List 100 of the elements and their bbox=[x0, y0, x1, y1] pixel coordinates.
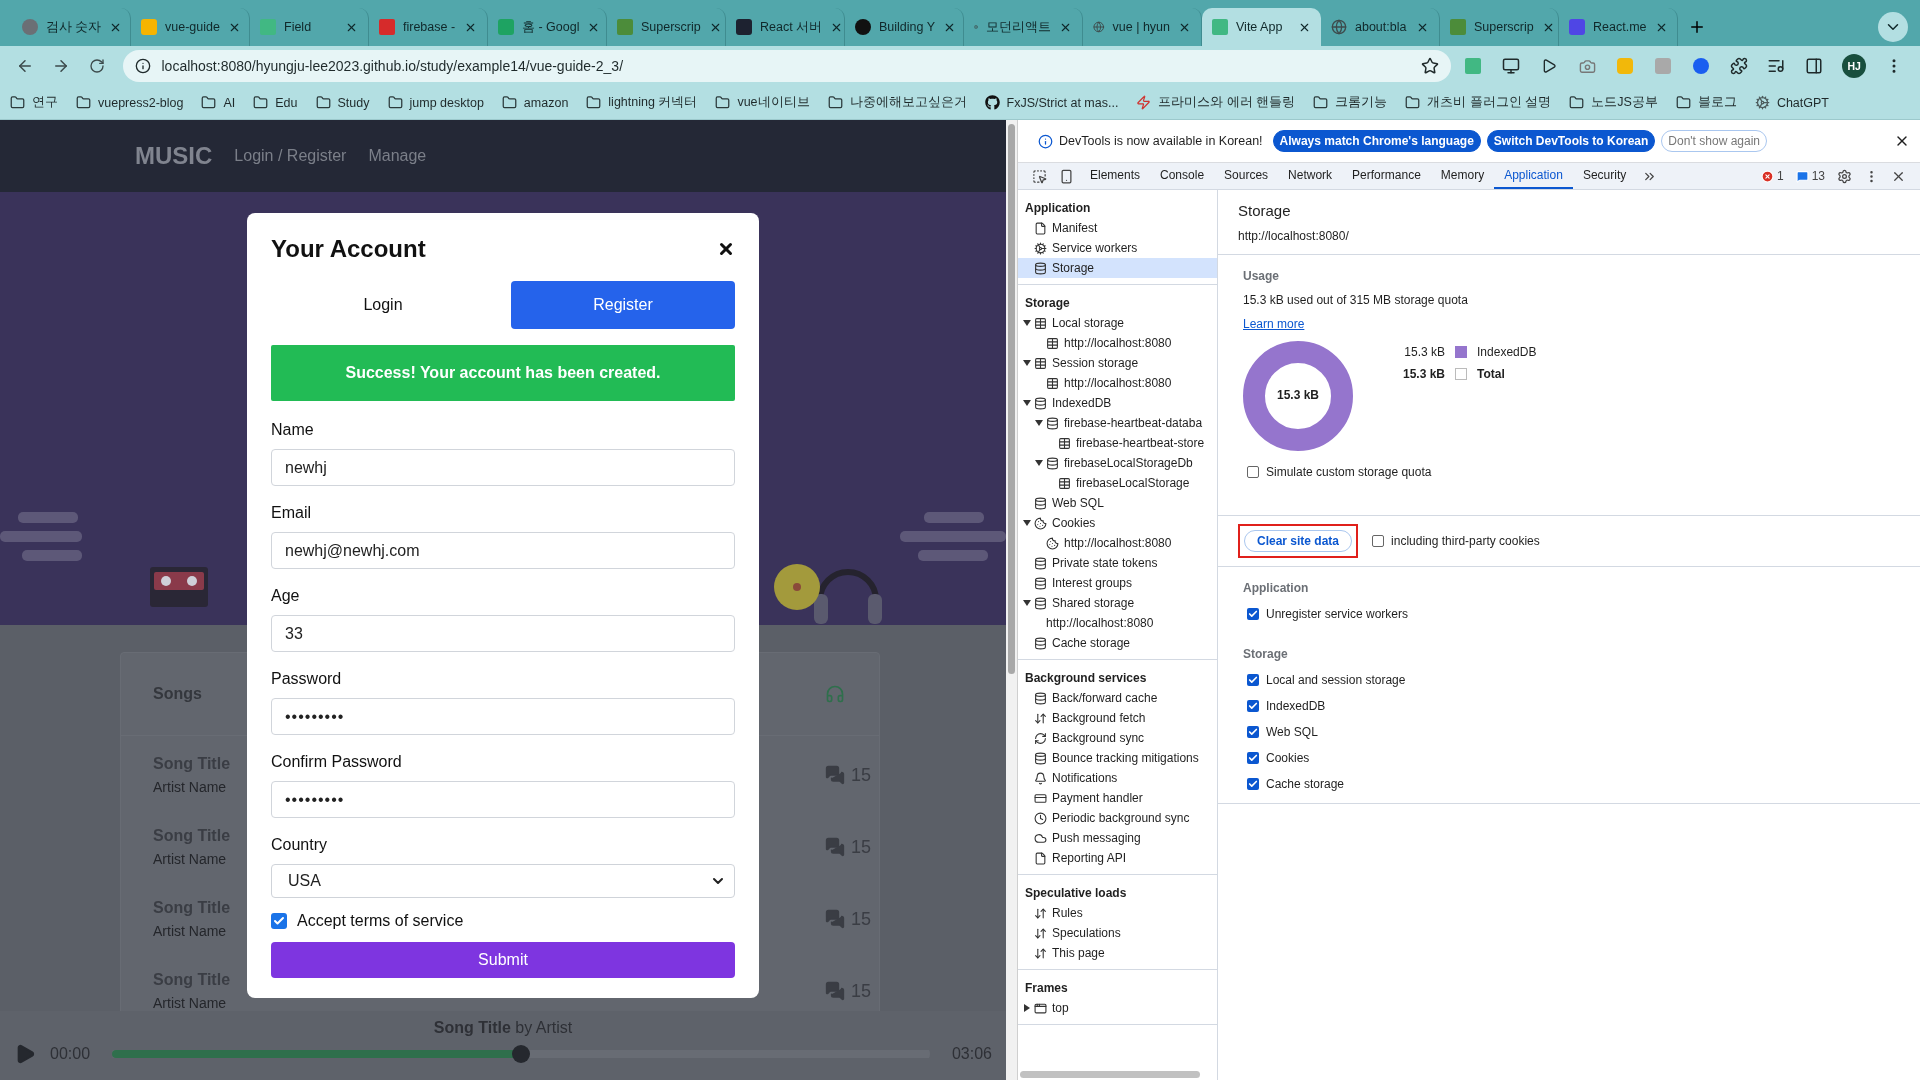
form-tab[interactable]: Login bbox=[271, 281, 495, 329]
tree-item[interactable]: Speculations bbox=[1018, 923, 1217, 943]
info-icon[interactable] bbox=[135, 58, 152, 74]
bookmark[interactable]: amazon bbox=[501, 95, 569, 110]
password-field[interactable]: ••••••••• bbox=[271, 698, 735, 735]
tree-item[interactable]: firebaseLocalStorageDb bbox=[1018, 453, 1217, 473]
tree-item[interactable]: firebase-heartbeat-store bbox=[1018, 433, 1217, 453]
tree-item[interactable]: Web SQL bbox=[1018, 493, 1217, 513]
expand-arrow-icon[interactable] bbox=[1035, 419, 1043, 427]
devtools-tab[interactable]: Network bbox=[1278, 163, 1343, 189]
new-tab-icon[interactable] bbox=[1688, 18, 1706, 36]
checkbox[interactable] bbox=[1247, 752, 1259, 764]
checkbox-label[interactable]: including third-party cookies bbox=[1372, 534, 1540, 548]
terms-checkbox-label[interactable]: Accept terms of service bbox=[271, 912, 735, 930]
tree-item[interactable]: Storage bbox=[1018, 258, 1217, 278]
message-count[interactable]: 13 bbox=[1789, 163, 1831, 189]
bookmark[interactable]: 개츠비 플러그인 설명 bbox=[1405, 94, 1552, 111]
devtools-tab[interactable]: Sources bbox=[1214, 163, 1279, 189]
checkbox[interactable] bbox=[1247, 726, 1259, 738]
tree-item[interactable]: Rules bbox=[1018, 903, 1217, 923]
bookmark[interactable]: jump desktop bbox=[387, 95, 484, 110]
expand-arrow-icon[interactable] bbox=[1035, 459, 1043, 467]
checkbox[interactable] bbox=[1247, 608, 1259, 620]
learn-more-link[interactable]: Learn more bbox=[1243, 317, 1305, 331]
checkbox[interactable] bbox=[1247, 674, 1259, 686]
address-bar[interactable]: localhost:8080/hyungju-lee2023.github.io/study/example14/vue-guide-2_3/ bbox=[123, 50, 1452, 82]
tree-item[interactable]: Periodic background sync bbox=[1018, 808, 1217, 828]
scrollbar-thumb[interactable] bbox=[1008, 124, 1015, 674]
checkbox[interactable] bbox=[1372, 535, 1385, 547]
expand-arrow-icon[interactable] bbox=[1023, 399, 1031, 407]
select-field[interactable]: USA bbox=[271, 864, 735, 898]
expand-arrow-icon[interactable] bbox=[1023, 1004, 1031, 1012]
bookmark[interactable]: 연구 bbox=[10, 94, 58, 111]
tree-item[interactable]: Cookies bbox=[1018, 513, 1217, 533]
browser-tab[interactable]: Vite App bbox=[1202, 8, 1321, 46]
tree-item[interactable]: http://localhost:8080 bbox=[1018, 533, 1217, 553]
input-field[interactable]: newhj bbox=[271, 449, 735, 486]
tree-item[interactable]: Shared storage bbox=[1018, 593, 1217, 613]
profile-avatar[interactable]: HJ bbox=[1842, 54, 1867, 78]
checkbox[interactable] bbox=[271, 913, 287, 929]
input-field[interactable]: 33 bbox=[271, 615, 735, 652]
scrollbar-thumb[interactable] bbox=[1020, 1071, 1200, 1078]
tree-item[interactable]: Manifest bbox=[1018, 218, 1217, 238]
tree-item[interactable]: Interest groups bbox=[1018, 573, 1217, 593]
tree-item[interactable]: IndexedDB bbox=[1018, 393, 1217, 413]
tree-item[interactable]: Local storage bbox=[1018, 313, 1217, 333]
bookmark[interactable]: 나중에해보고싶은거 bbox=[827, 94, 967, 111]
checkbox-label[interactable]: Web SQL bbox=[1247, 725, 1895, 739]
checkbox-label[interactable]: Unregister service workers bbox=[1247, 607, 1895, 621]
devtools-tab[interactable]: Console bbox=[1150, 163, 1215, 189]
tree-item[interactable]: firebase-heartbeat-databa bbox=[1018, 413, 1217, 433]
infobar-button[interactable]: Switch DevTools to Korean bbox=[1486, 130, 1656, 152]
infobar-button[interactable]: Don't show again bbox=[1661, 130, 1767, 152]
checkbox[interactable] bbox=[1247, 778, 1259, 790]
tree-item[interactable]: Session storage bbox=[1018, 353, 1217, 373]
password-field[interactable]: ••••••••• bbox=[271, 781, 735, 818]
devtools-tab[interactable]: Application bbox=[1494, 163, 1573, 189]
tree-item[interactable]: Background sync bbox=[1018, 728, 1217, 748]
checkbox-label[interactable]: Cache storage bbox=[1247, 777, 1895, 791]
checkbox[interactable] bbox=[1247, 700, 1259, 712]
bookmark[interactable]: lightning 커넥터 bbox=[586, 94, 698, 111]
bookmark[interactable]: Edu bbox=[253, 95, 298, 110]
checkbox-label[interactable]: Simulate custom storage quota bbox=[1247, 465, 1895, 479]
input-field[interactable]: newhj@newhj.com bbox=[271, 532, 735, 569]
checkbox-label[interactable]: Local and session storage bbox=[1247, 673, 1895, 687]
site-logo[interactable]: MUSIC bbox=[135, 142, 213, 170]
tree-item[interactable]: Reporting API bbox=[1018, 848, 1217, 868]
tree-item[interactable]: Service workers bbox=[1018, 238, 1217, 258]
expand-arrow-icon[interactable] bbox=[1023, 519, 1031, 527]
tree-item[interactable]: http://localhost:8080 bbox=[1018, 373, 1217, 393]
tree-item[interactable]: Back/forward cache bbox=[1018, 688, 1217, 708]
clear-site-data-button[interactable]: Clear site data bbox=[1244, 530, 1353, 552]
checkbox-label[interactable]: IndexedDB bbox=[1247, 699, 1895, 713]
bookmark[interactable]: AI bbox=[201, 95, 236, 110]
bookmark[interactable]: 노드JS공부 bbox=[1569, 94, 1658, 111]
bookmark[interactable]: 프라미스와 에러 핸들링 bbox=[1136, 94, 1296, 111]
tree-item[interactable]: top bbox=[1018, 998, 1217, 1018]
progress-thumb[interactable] bbox=[512, 1045, 530, 1063]
devtools-tab[interactable]: Security bbox=[1572, 163, 1637, 189]
bookmark[interactable]: vuepress2-blog bbox=[76, 95, 184, 110]
bookmark-star-icon[interactable] bbox=[1421, 57, 1440, 75]
expand-arrow-icon[interactable] bbox=[1023, 599, 1031, 607]
scrollbar[interactable] bbox=[1006, 120, 1018, 1080]
tree-item[interactable]: Cache storage bbox=[1018, 633, 1217, 653]
tree-item[interactable]: This page bbox=[1018, 943, 1217, 963]
checkbox[interactable] bbox=[1247, 466, 1259, 478]
close-icon[interactable] bbox=[717, 240, 735, 258]
devtools-tab[interactable]: Performance bbox=[1342, 163, 1431, 189]
tree-item[interactable]: firebaseLocalStorage bbox=[1018, 473, 1217, 493]
form-tab[interactable]: Register bbox=[511, 281, 735, 329]
devtools-tab[interactable]: Elements bbox=[1080, 163, 1151, 189]
error-count[interactable]: 1 bbox=[1754, 163, 1790, 189]
devtools-tab[interactable]: Memory bbox=[1430, 163, 1495, 189]
tree-item[interactable]: Private state tokens bbox=[1018, 553, 1217, 573]
tab-search-button[interactable] bbox=[1878, 12, 1908, 42]
bookmark[interactable]: ChatGPT bbox=[1754, 95, 1829, 110]
bookmark[interactable]: 블로그 bbox=[1675, 94, 1737, 111]
expand-arrow-icon[interactable] bbox=[1023, 319, 1031, 327]
nav-link[interactable]: Manage bbox=[368, 147, 427, 165]
checkbox-label[interactable]: Cookies bbox=[1247, 751, 1895, 765]
